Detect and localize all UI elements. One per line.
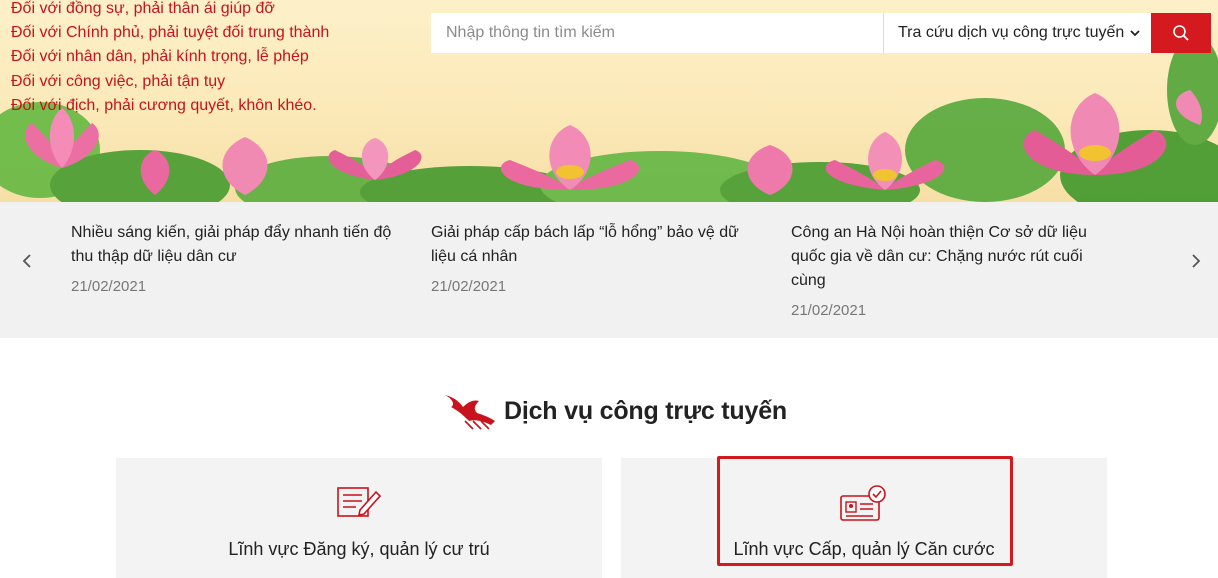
news-date: 21/02/2021 xyxy=(431,278,507,295)
news-title[interactable]: Công an Hà Nội hoàn thiện Cơ sở dữ liệu … xyxy=(791,221,1121,293)
document-edit-icon xyxy=(337,487,382,517)
id-card-check-icon xyxy=(840,485,886,521)
news-date: 21/02/2021 xyxy=(791,302,867,319)
search-type-value: Tra cứu dịch vụ công trực tuyến xyxy=(898,24,1125,41)
slogan-line: Đối với địch, phải cương quyết, khôn khé… xyxy=(11,96,317,114)
slogan-line: Đối với đồng sự, phải thân ái giúp đỡ xyxy=(11,0,275,17)
chevron-left-icon xyxy=(22,254,31,268)
header-banner: Đối với đồng sự, phải thân ái giúp đỡ Đố… xyxy=(0,0,1218,202)
search-bar: Tra cứu dịch vụ công trực tuyến xyxy=(431,13,1211,53)
drum-emblem-icon xyxy=(445,395,495,430)
news-date: 21/02/2021 xyxy=(71,278,147,295)
carousel-next-button[interactable] xyxy=(1184,249,1208,273)
service-card-label[interactable]: Lĩnh vực Đăng ký, quản lý cư trú xyxy=(116,539,602,560)
news-item[interactable]: Giải pháp cấp bách lấp “lỗ hổng” bảo vệ … xyxy=(431,221,761,295)
services-title: Dịch vụ công trực tuyến xyxy=(504,396,787,425)
slogan-line: Đối với Chính phủ, phải tuyệt đối trung … xyxy=(11,24,330,42)
chevron-down-icon xyxy=(1130,30,1140,37)
slogan-list: Đối với đồng sự, phải thân ái giúp đỡ Đố… xyxy=(11,0,329,118)
news-title[interactable]: Nhiều sáng kiến, giải pháp đẩy nhanh tiế… xyxy=(71,221,401,269)
service-card-label[interactable]: Lĩnh vực Cấp, quản lý Căn cước xyxy=(621,539,1107,560)
service-card-residence[interactable]: Lĩnh vực Đăng ký, quản lý cư trú xyxy=(116,458,602,578)
news-title[interactable]: Giải pháp cấp bách lấp “lỗ hổng” bảo vệ … xyxy=(431,221,761,269)
news-carousel: Nhiều sáng kiến, giải pháp đẩy nhanh tiế… xyxy=(0,202,1218,338)
news-item[interactable]: Nhiều sáng kiến, giải pháp đẩy nhanh tiế… xyxy=(71,221,401,295)
chevron-right-icon xyxy=(1192,254,1201,268)
search-input[interactable] xyxy=(431,13,883,53)
service-card-id[interactable]: Lĩnh vực Cấp, quản lý Căn cước xyxy=(621,458,1107,578)
services-heading: Dịch vụ công trực tuyến xyxy=(443,391,787,431)
slogan-line: Đối với công việc, phải tận tụy xyxy=(11,72,226,90)
search-type-select[interactable]: Tra cứu dịch vụ công trực tuyến xyxy=(883,13,1151,53)
search-icon xyxy=(1173,25,1189,41)
carousel-prev-button[interactable] xyxy=(15,249,39,273)
search-button[interactable] xyxy=(1151,13,1211,53)
slogan-line: Đối với nhân dân, phải kính trọng, lễ ph… xyxy=(11,48,309,66)
news-item[interactable]: Công an Hà Nội hoàn thiện Cơ sở dữ liệu … xyxy=(791,221,1121,319)
